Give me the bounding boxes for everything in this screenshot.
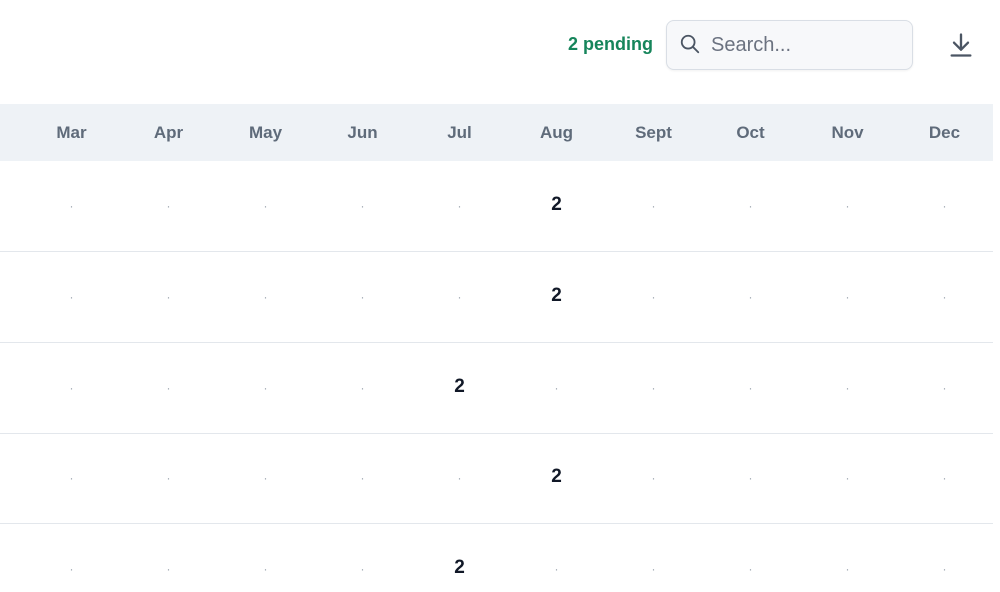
table-row[interactable]: · · · · 2 · · · · · <box>0 343 993 434</box>
empty-cell: · <box>748 562 753 576</box>
empty-cell: · <box>69 562 74 576</box>
empty-cell: · <box>166 199 171 213</box>
empty-cell: · <box>942 471 947 485</box>
empty-cell: · <box>263 471 268 485</box>
empty-cell: · <box>748 471 753 485</box>
empty-cell: · <box>845 381 850 395</box>
month-header-dec[interactable]: Dec <box>896 122 993 144</box>
count-cell[interactable]: 2 <box>411 376 508 398</box>
count-cell[interactable]: 2 <box>508 194 605 216</box>
month-header-apr[interactable]: Apr <box>120 122 217 144</box>
month-header-aug[interactable]: Aug <box>508 122 605 144</box>
search-icon <box>680 34 700 54</box>
empty-cell: · <box>554 381 559 395</box>
empty-cell: · <box>69 381 74 395</box>
month-header-sept[interactable]: Sept <box>605 122 702 144</box>
empty-cell: · <box>360 381 365 395</box>
empty-cell: · <box>651 562 656 576</box>
month-header-mar[interactable]: Mar <box>23 122 120 144</box>
table-row[interactable]: · · · · · 2 · · · · <box>0 252 993 343</box>
empty-cell: · <box>457 290 462 304</box>
month-header-oct[interactable]: Oct <box>702 122 799 144</box>
empty-cell: · <box>457 471 462 485</box>
count-cell[interactable]: 2 <box>508 285 605 307</box>
empty-cell: · <box>554 562 559 576</box>
empty-cell: · <box>69 290 74 304</box>
empty-cell: · <box>942 290 947 304</box>
empty-cell: · <box>651 471 656 485</box>
empty-cell: · <box>845 199 850 213</box>
search-input[interactable] <box>711 31 901 59</box>
pending-count[interactable]: 2 pending <box>568 33 653 55</box>
empty-cell: · <box>166 471 171 485</box>
empty-cell: · <box>263 562 268 576</box>
table-row[interactable]: · · · · · 2 · · · · <box>0 433 993 524</box>
empty-cell: · <box>166 562 171 576</box>
month-header-nov[interactable]: Nov <box>799 122 896 144</box>
count-cell[interactable]: 2 <box>508 466 605 488</box>
empty-cell: · <box>360 199 365 213</box>
empty-cell: · <box>457 199 462 213</box>
empty-cell: · <box>166 381 171 395</box>
empty-cell: · <box>360 290 365 304</box>
download-icon[interactable] <box>947 31 975 59</box>
empty-cell: · <box>748 199 753 213</box>
empty-cell: · <box>263 381 268 395</box>
empty-cell: · <box>748 381 753 395</box>
month-header-row: Mar Apr May Jun Jul Aug Sept Oct Nov Dec <box>0 104 993 161</box>
empty-cell: · <box>651 199 656 213</box>
empty-cell: · <box>360 562 365 576</box>
month-header-jul[interactable]: Jul <box>411 122 508 144</box>
empty-cell: · <box>845 471 850 485</box>
empty-cell: · <box>69 471 74 485</box>
month-header-may[interactable]: May <box>217 122 314 144</box>
month-header-jun[interactable]: Jun <box>314 122 411 144</box>
empty-cell: · <box>845 290 850 304</box>
empty-cell: · <box>845 562 850 576</box>
empty-cell: · <box>360 471 365 485</box>
search-box[interactable] <box>666 20 913 70</box>
empty-cell: · <box>942 381 947 395</box>
table-row[interactable]: · · · · 2 · · · · · <box>0 524 993 592</box>
count-cell[interactable]: 2 <box>411 557 508 579</box>
empty-cell: · <box>942 562 947 576</box>
empty-cell: · <box>263 199 268 213</box>
empty-cell: · <box>748 290 753 304</box>
empty-cell: · <box>166 290 171 304</box>
empty-cell: · <box>263 290 268 304</box>
empty-cell: · <box>651 381 656 395</box>
toolbar: 2 pending <box>0 0 1000 100</box>
empty-cell: · <box>69 199 74 213</box>
empty-cell: · <box>651 290 656 304</box>
empty-cell: · <box>942 199 947 213</box>
table-row[interactable]: · · · · · 2 · · · · <box>0 161 993 252</box>
